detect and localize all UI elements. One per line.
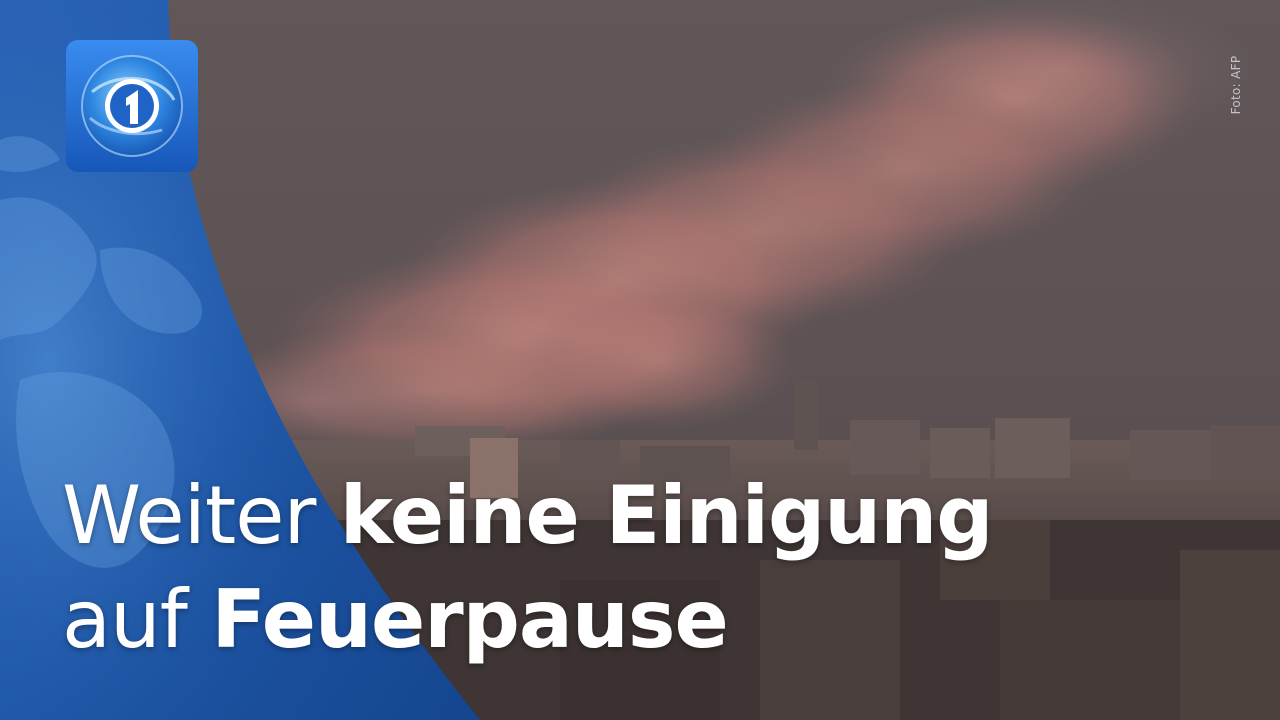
headline-line-2: auf Feuerpause	[62, 568, 992, 672]
headline-line-2-bold: Feuerpause	[211, 573, 728, 666]
headline: Weiter keine Einigung auf Feuerpause	[62, 464, 994, 672]
video-thumbnail: Foto: AFP Weiter keine Einigung auf Feue…	[0, 0, 1280, 720]
photo-credit-text: Foto: AFP	[1229, 55, 1243, 115]
headline-line-1-bold: keine Einigung	[339, 469, 994, 562]
headline-line-1: Weiter keine Einigung	[62, 464, 994, 568]
das-erste-logo-icon	[66, 40, 198, 172]
headline-line-1-regular: Weiter	[62, 469, 316, 562]
headline-line-2-regular: auf	[62, 573, 188, 666]
